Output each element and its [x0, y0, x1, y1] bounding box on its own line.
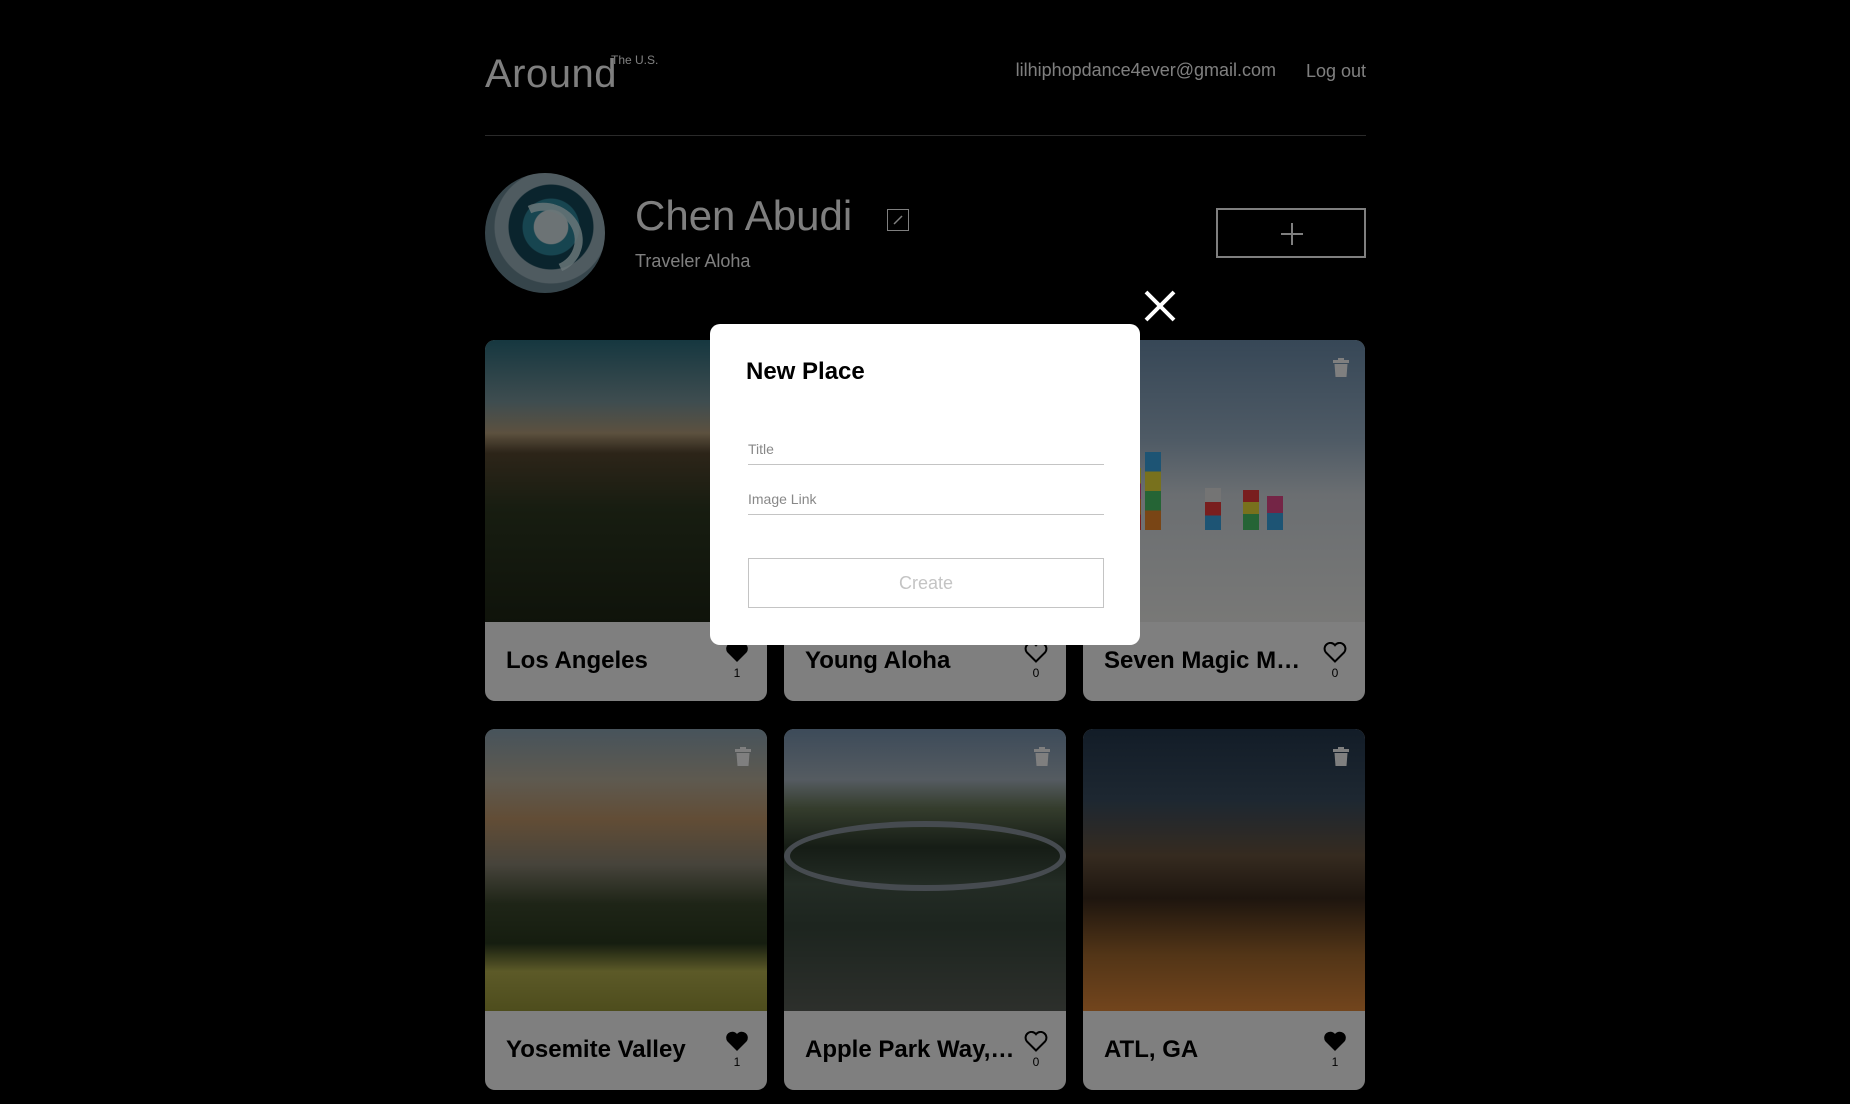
new-place-modal: New Place Create — [710, 324, 1140, 645]
title-input[interactable] — [748, 434, 1104, 465]
create-button[interactable]: Create — [748, 558, 1104, 608]
image-link-input[interactable] — [748, 484, 1104, 515]
close-icon[interactable] — [1142, 288, 1178, 324]
modal-title: New Place — [746, 358, 865, 385]
